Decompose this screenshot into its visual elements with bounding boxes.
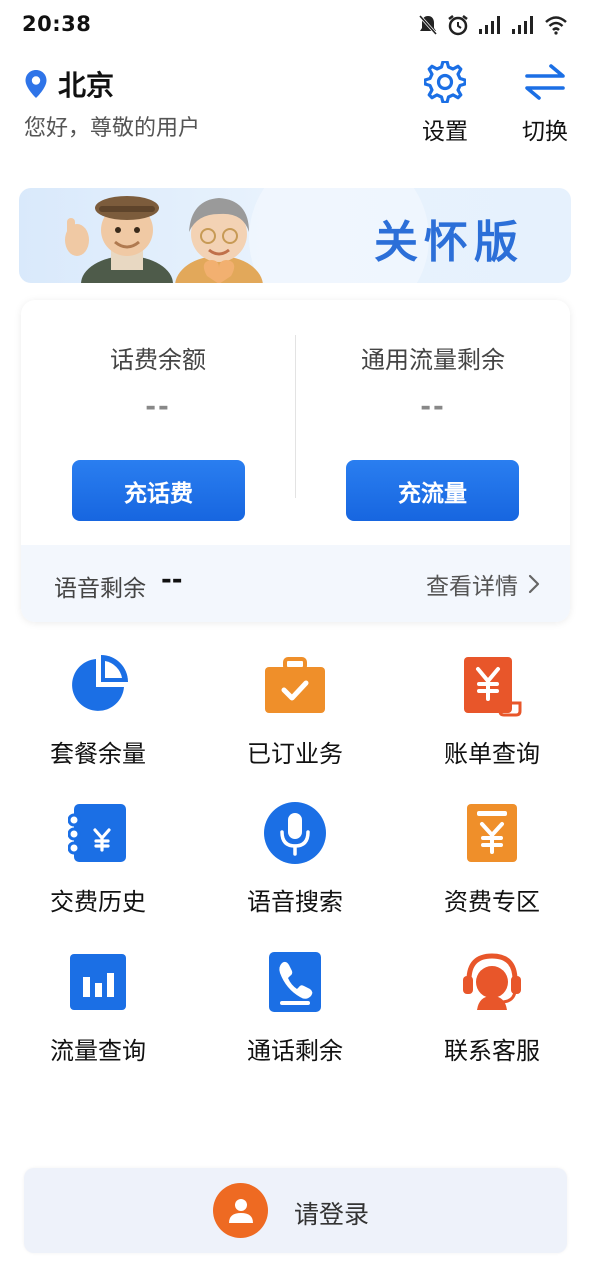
voice-remaining-row: 语音剩余 -- 查看详情 xyxy=(21,545,570,622)
pie-chart-icon xyxy=(72,655,128,711)
grid-label: 已订业务 xyxy=(247,740,343,768)
recharge-fee-button[interactable]: 充话费 xyxy=(72,460,245,521)
grid-label: 套餐余量 xyxy=(50,740,146,768)
grid-item-package-balance[interactable]: 套餐余量 xyxy=(13,652,183,769)
grid-label: 通话剩余 xyxy=(247,1037,343,1065)
balance-card: 话费余额 -- 充话费 通用流量剩余 -- 充流量 语音剩余 -- 查看详情 xyxy=(21,300,570,622)
elderly-couple-illustration xyxy=(65,196,263,283)
banner-title: 关怀版 xyxy=(374,217,524,268)
price-tag-icon xyxy=(467,804,517,862)
data-balance-value: -- xyxy=(420,392,446,422)
briefcase-check-icon xyxy=(265,657,325,713)
recharge-data-button[interactable]: 充流量 xyxy=(346,460,519,521)
switch-button[interactable]: 切换 xyxy=(510,60,580,146)
voice-remaining-label: 语音剩余 xyxy=(54,576,146,602)
grid-item-tariff-zone[interactable]: 资费专区 xyxy=(407,800,577,917)
mute-icon xyxy=(418,15,438,35)
data-balance-section: 通用流量剩余 -- 充流量 xyxy=(296,300,570,545)
login-bar[interactable]: 请登录 xyxy=(24,1168,567,1253)
location-pin-icon xyxy=(25,70,47,98)
care-mode-banner[interactable]: 关怀版 xyxy=(19,188,571,283)
grid-item-voice-search[interactable]: 语音搜索 xyxy=(210,800,380,917)
grid-item-customer-service[interactable]: 联系客服 xyxy=(407,949,577,1066)
grid-item-subscribed-services[interactable]: 已订业务 xyxy=(210,652,380,769)
grid-item-call-remaining[interactable]: 通话剩余 xyxy=(210,949,380,1066)
data-balance-label: 通用流量剩余 xyxy=(361,346,505,374)
greeting-text: 您好，尊敬的用户 xyxy=(24,116,201,141)
phone-fee-value: -- xyxy=(145,392,171,422)
phone-icon xyxy=(269,952,321,1012)
gear-icon xyxy=(424,61,466,103)
grid-item-payment-history[interactable]: 交费历史 xyxy=(13,800,183,917)
grid-label: 流量查询 xyxy=(50,1037,146,1065)
grid-label: 资费专区 xyxy=(444,888,540,916)
signal-icon xyxy=(512,16,533,34)
settings-button[interactable]: 设置 xyxy=(410,60,480,146)
payment-notebook-icon xyxy=(68,804,126,862)
grid-item-data-query[interactable]: 流量查询 xyxy=(13,949,183,1066)
microphone-icon xyxy=(264,802,326,864)
status-icons xyxy=(418,14,568,36)
status-bar: 20:38 xyxy=(0,0,590,52)
headset-agent-icon xyxy=(463,953,521,1010)
switch-arrows-icon xyxy=(525,64,565,100)
signal-icon xyxy=(479,16,500,34)
view-details-link[interactable]: 查看详情 xyxy=(426,567,540,601)
status-time: 20:38 xyxy=(22,12,92,36)
phone-fee-label: 话费余额 xyxy=(110,346,206,374)
voice-remaining-value: -- xyxy=(161,565,183,595)
wifi-icon xyxy=(545,16,567,35)
grid-label: 联系客服 xyxy=(444,1037,540,1065)
chevron-right-icon xyxy=(528,574,540,594)
settings-label: 设置 xyxy=(422,119,468,145)
location-selector[interactable]: 北京 xyxy=(24,64,114,104)
grid-item-bill-query[interactable]: 账单查询 xyxy=(407,652,577,769)
view-details-label: 查看详情 xyxy=(426,574,518,600)
grid-label: 账单查询 xyxy=(444,740,540,768)
login-label: 请登录 xyxy=(294,1200,370,1229)
grid-label: 语音搜索 xyxy=(247,888,343,916)
grid-label: 交费历史 xyxy=(50,888,146,916)
user-avatar-icon xyxy=(213,1183,268,1238)
bill-icon xyxy=(464,657,522,717)
alarm-icon xyxy=(448,15,468,36)
phone-fee-section: 话费余额 -- 充话费 xyxy=(21,300,295,545)
bar-chart-icon xyxy=(70,954,126,1010)
city-name: 北京 xyxy=(58,69,115,102)
switch-label: 切换 xyxy=(522,119,568,145)
